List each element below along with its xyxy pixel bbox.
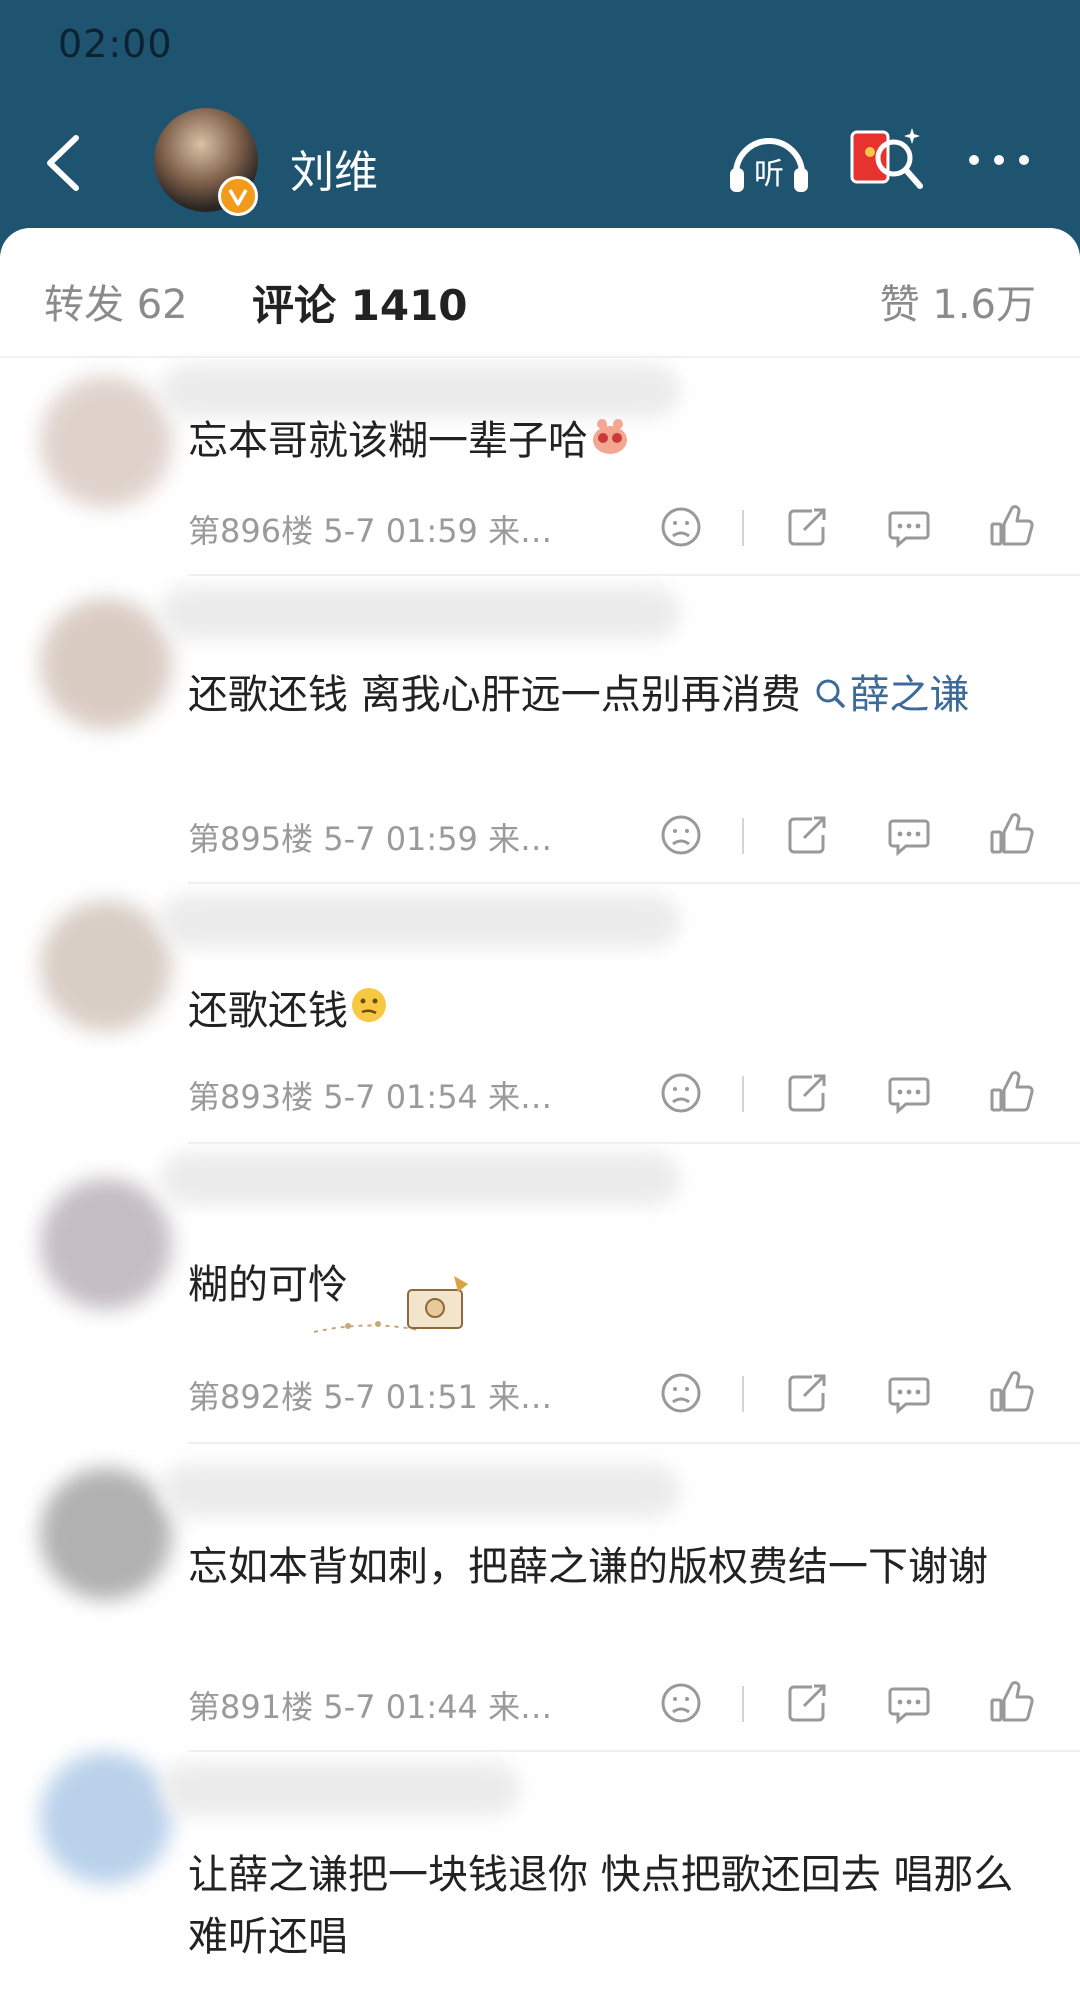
comment-actions (652, 502, 1042, 558)
share-icon[interactable] (782, 502, 832, 552)
share-icon[interactable] (782, 810, 832, 860)
share-icon[interactable] (782, 1368, 832, 1418)
topic-link[interactable]: 薛之谦 (813, 672, 969, 718)
action-separator (742, 818, 744, 854)
comment-text: 还歌还钱 离我心肝远一点别再消费 薛之谦 (188, 664, 1038, 726)
comment-text: 忘如本背如刺，把薛之谦的版权费结一下谢谢 (188, 1544, 988, 1590)
comment-actions (652, 810, 1042, 866)
comment-divider (188, 1750, 1080, 1752)
tab-likes[interactable]: 赞 1.6万 (880, 272, 1036, 330)
comment-divider (188, 574, 1080, 576)
comment-meta: 第895楼 5-7 01:59 来… (188, 820, 553, 858)
avatar[interactable] (40, 376, 172, 508)
like-icon[interactable] (986, 1068, 1036, 1118)
more-icon[interactable] (966, 140, 1032, 180)
like-icon[interactable] (986, 1368, 1036, 1418)
search-icon (813, 668, 849, 708)
avatar[interactable] (40, 1752, 172, 1884)
avatar[interactable] (40, 1178, 172, 1310)
verified-badge-icon (218, 176, 258, 216)
share-icon[interactable] (782, 1678, 832, 1728)
comment-divider (188, 1142, 1080, 1144)
comment-divider (188, 882, 1080, 884)
tab-bar: 转发 62 评论 1410 赞 1.6万 (0, 258, 1080, 338)
reply-icon[interactable] (884, 1068, 934, 1118)
share-icon[interactable] (782, 1068, 832, 1118)
comment-divider (188, 1442, 1080, 1444)
comment-text: 忘本哥就该糊一辈子哈 (188, 410, 1038, 474)
comment-meta: 第892楼 5-7 01:51 来… (188, 1378, 553, 1416)
dislike-icon[interactable] (656, 1368, 706, 1418)
like-icon[interactable] (986, 1678, 1036, 1728)
avatar[interactable] (40, 598, 172, 730)
commenter-name[interactable] (160, 894, 680, 948)
listen-icon[interactable]: 听 (726, 128, 812, 198)
commenter-name[interactable] (160, 586, 680, 640)
comment-actions (652, 1068, 1042, 1124)
tabs-divider (0, 356, 1080, 358)
action-separator (742, 1686, 744, 1722)
comment-actions (652, 1678, 1042, 1734)
reply-icon[interactable] (884, 1678, 934, 1728)
avatar[interactable] (40, 900, 172, 1032)
status-time: 02:00 (58, 22, 173, 66)
comment-meta: 第893楼 5-7 01:54 来… (188, 1078, 553, 1116)
dislike-icon[interactable] (656, 1068, 706, 1118)
tab-reposts[interactable]: 转发 62 (44, 272, 188, 330)
commenter-name[interactable] (160, 1762, 520, 1816)
dislike-icon[interactable] (656, 1678, 706, 1728)
listen-label: 听 (754, 157, 784, 192)
back-icon[interactable] (36, 128, 96, 198)
like-icon[interactable] (986, 502, 1036, 552)
commenter-name[interactable] (160, 1464, 680, 1518)
commenter-name[interactable] (160, 1152, 680, 1206)
username[interactable]: 刘维 (290, 136, 378, 200)
cute-face-emoji (588, 412, 632, 474)
action-separator (742, 510, 744, 546)
action-separator (742, 1076, 744, 1112)
dislike-icon[interactable] (656, 810, 706, 860)
thinking-emoji (348, 982, 390, 1044)
avatar[interactable] (40, 1468, 172, 1600)
comment-text: 让薛之谦把一块钱退你 快点把歌还回去 唱那么难听还唱 (188, 1852, 1014, 1960)
comment-meta: 第896楼 5-7 01:59 来… (188, 512, 553, 550)
reply-icon[interactable] (884, 810, 934, 860)
comment-actions (652, 1368, 1042, 1424)
tab-comments[interactable]: 评论 1410 (252, 272, 468, 333)
comment-meta: 第891楼 5-7 01:44 来… (188, 1688, 553, 1726)
red-packet-icon[interactable] (848, 124, 928, 202)
sticker-image (308, 1270, 478, 1342)
reply-icon[interactable] (884, 1368, 934, 1418)
dislike-icon[interactable] (656, 502, 706, 552)
comment-text: 还歌还钱 (188, 980, 1038, 1044)
action-separator (742, 1376, 744, 1412)
reply-icon[interactable] (884, 502, 934, 552)
like-icon[interactable] (986, 810, 1036, 860)
